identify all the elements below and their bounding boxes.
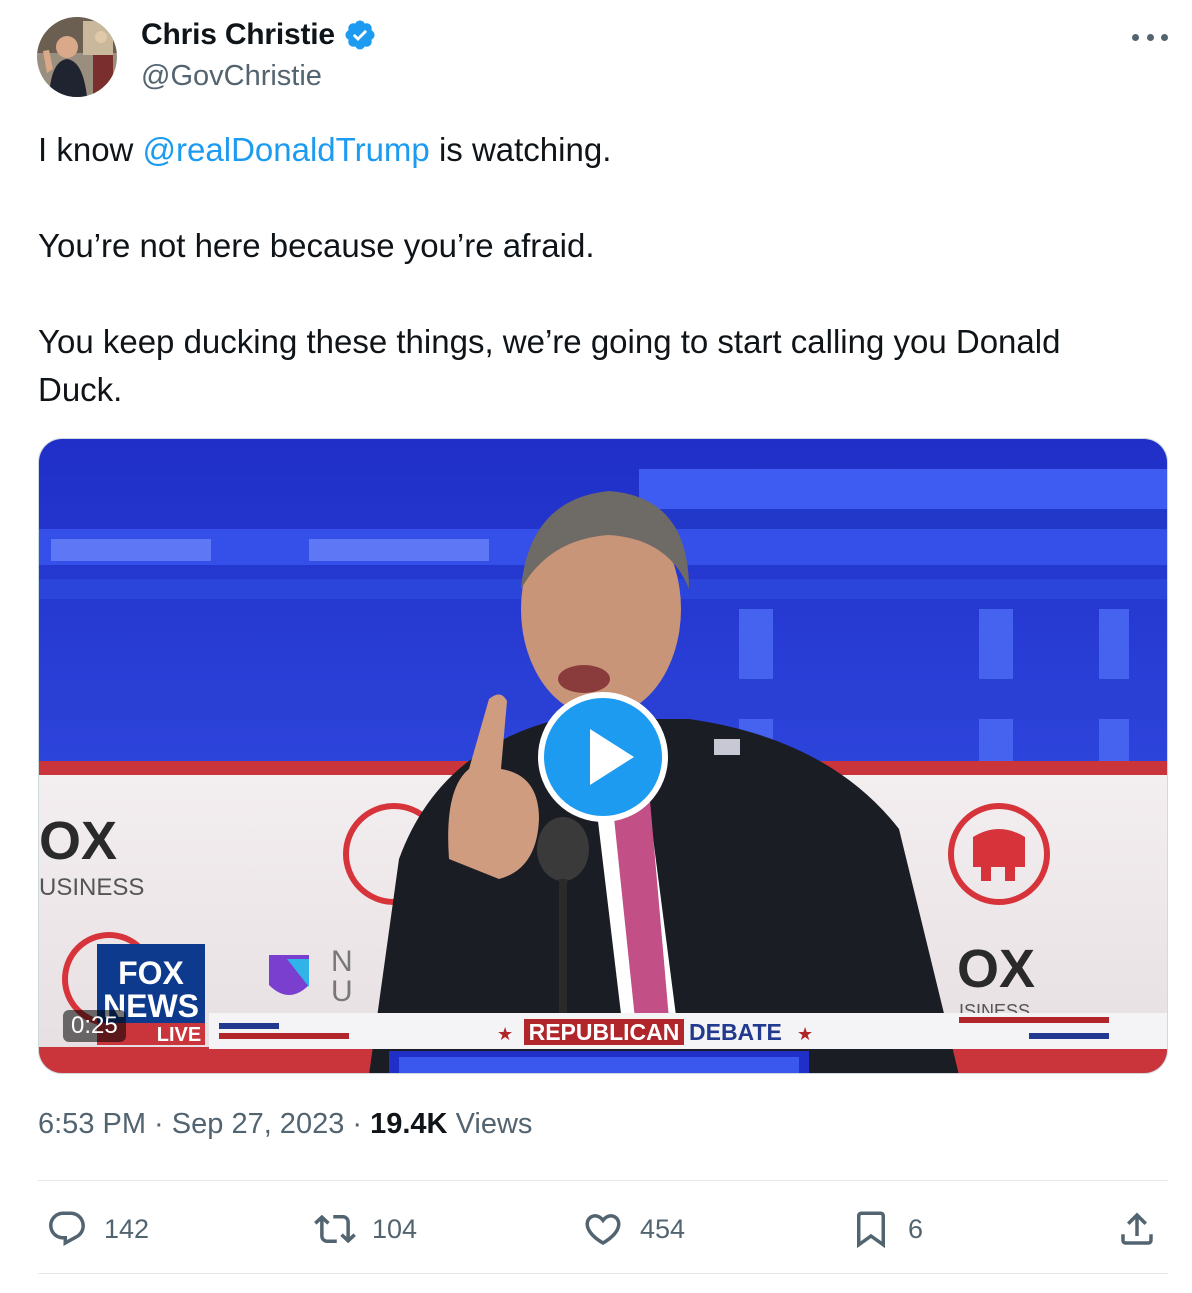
avatar-image [37, 17, 117, 97]
banner-left-text: REPUBLICAN [529, 1019, 680, 1045]
views-label: Views [455, 1108, 533, 1140]
repost-count: 104 [372, 1213, 418, 1244]
partner-fragment-1: N [331, 945, 353, 978]
tweet-time[interactable]: 6:53 PM [38, 1108, 146, 1140]
play-icon[interactable] [538, 692, 668, 822]
like-count: 454 [640, 1213, 686, 1244]
reply-count: 142 [104, 1213, 150, 1244]
tweet-meta: 6:53 PM · Sep 27, 2023 · 19.4K Views [38, 1108, 532, 1141]
video-player[interactable]: OX USINESS OX ISINESS N U REPUBLICAN DEB… [38, 438, 1168, 1074]
banner-right-text: DEBATE [689, 1019, 782, 1045]
network-line-1: FOX [118, 955, 184, 991]
svg-text:★: ★ [497, 1024, 513, 1045]
backdrop-logo-right: OX [957, 939, 1035, 999]
mention-link[interactable]: @realDonaldTrump [143, 131, 430, 168]
views-count: 19.4K [370, 1108, 448, 1140]
tweet-line-2: You’re not here because you’re afraid. [38, 227, 595, 264]
tweet-line-1-prefix: I know [38, 131, 143, 168]
tweet-line-3: You keep ducking these things, we’re goi… [38, 323, 1061, 408]
tweet-line-1: I know @realDonaldTrump is watching. [38, 126, 1148, 174]
more-icon[interactable] [1128, 22, 1172, 52]
bookmark-count: 6 [908, 1213, 924, 1244]
tweet-date[interactable]: Sep 27, 2023 [172, 1108, 345, 1140]
verified-badge-icon [345, 20, 375, 50]
tweet-line-1-suffix: is watching. [429, 131, 612, 168]
backdrop-logo-left: OX [39, 811, 117, 871]
author-display-name[interactable]: Chris Christie [141, 18, 335, 52]
svg-text:★: ★ [797, 1024, 813, 1045]
repost-button[interactable]: 104 [314, 1206, 417, 1252]
divider [38, 1180, 1168, 1181]
backdrop-sub-left: USINESS [39, 874, 144, 901]
tweet-card: Chris Christie @GovChristie I know @real… [0, 0, 1192, 1293]
repost-icon [314, 1214, 356, 1244]
meta-separator: · [146, 1108, 172, 1140]
heart-icon [585, 1214, 621, 1246]
tweet-text: I know @realDonaldTrump is watching. You… [38, 126, 1148, 414]
divider [38, 1273, 1168, 1274]
video-duration: 0:25 [63, 1010, 126, 1042]
partner-fragment-2: U [331, 975, 353, 1008]
reply-button[interactable]: 142 [46, 1206, 149, 1252]
share-icon [1121, 1212, 1153, 1245]
share-button[interactable] [1116, 1206, 1158, 1252]
like-button[interactable]: 454 [582, 1206, 685, 1252]
bookmark-icon [857, 1211, 885, 1249]
avatar[interactable] [37, 17, 117, 97]
author-handle[interactable]: @GovChristie [141, 60, 322, 93]
bookmark-button[interactable]: 6 [850, 1206, 923, 1252]
author-name-row[interactable]: Chris Christie [141, 18, 377, 52]
network-line-3: LIVE [157, 1024, 201, 1046]
meta-separator: · [344, 1108, 371, 1140]
reply-icon [49, 1211, 85, 1246]
